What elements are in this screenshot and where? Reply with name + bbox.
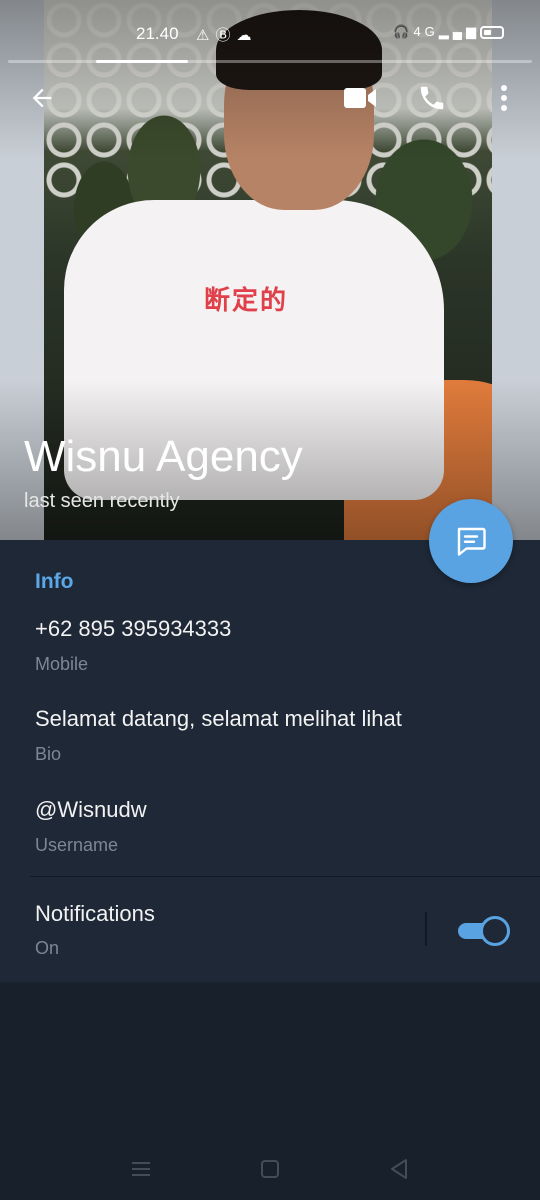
back-button[interactable]: [22, 78, 62, 118]
bio-label: Bio: [35, 744, 62, 764]
video-call-button[interactable]: [340, 78, 380, 118]
notifications-title: Notifications: [35, 901, 155, 926]
triangle-back-icon: [391, 1159, 407, 1179]
battery-icon: [480, 26, 504, 40]
phone-label: Mobile: [35, 654, 89, 674]
b-badge-icon: Ⓑ: [215, 27, 237, 44]
notifications-toggle[interactable]: [458, 916, 510, 946]
bio-text[interactable]: Selamat datang, selamat melihat lihat: [35, 706, 402, 732]
arrow-left-icon: [32, 88, 52, 108]
status-system-icons: 🎧4G▂▄▆: [393, 24, 504, 40]
toggle-knob: [480, 916, 510, 946]
status-bar: 21.40 ⚠Ⓑ☁ 🎧4G▂▄▆: [0, 18, 540, 52]
status-time: 21.40: [136, 24, 179, 43]
notifications-divider: [425, 912, 427, 946]
menu-icon: [132, 1162, 150, 1176]
photo-progress-active: [96, 60, 188, 63]
info-card: Info +62 895 395934333 Mobile Selamat da…: [0, 540, 540, 982]
info-section-title: Info: [35, 570, 74, 593]
network-type: 4G: [413, 24, 439, 39]
voice-call-button[interactable]: [412, 78, 452, 118]
profile-last-seen: last seen recently: [24, 490, 180, 512]
more-vertical-icon: [501, 85, 507, 111]
recent-apps-button[interactable]: [126, 1154, 156, 1184]
square-icon: [261, 1160, 279, 1178]
photo-progress-bar: [8, 60, 532, 63]
home-button[interactable]: [255, 1154, 285, 1184]
username-text[interactable]: @Wisnudw: [35, 797, 147, 823]
section-divider: [30, 876, 540, 877]
headphones-icon: 🎧: [393, 24, 414, 39]
notifications-state: On: [35, 938, 60, 958]
more-options-button[interactable]: [484, 78, 524, 118]
warning-icon: ⚠: [196, 27, 216, 44]
cloud-icon: ☁: [236, 27, 258, 44]
status-notification-icons: ⚠Ⓑ☁: [196, 24, 257, 45]
phone-number[interactable]: +62 895 395934333: [35, 616, 231, 642]
username-label: Username: [35, 835, 119, 855]
video-camera-icon: [344, 88, 376, 108]
system-navigation-bar: [0, 1140, 540, 1196]
message-icon: [457, 527, 486, 556]
send-message-button[interactable]: [429, 499, 513, 583]
profile-name: Wisnu Agency: [24, 432, 303, 481]
profile-header: 断定的 21.40 ⚠Ⓑ☁ 🎧4G▂▄▆ Wisnu Agency last s…: [0, 0, 540, 540]
phone-icon: [420, 86, 444, 110]
system-back-button[interactable]: [384, 1154, 414, 1184]
signal-icon: ▂▄▆: [438, 24, 480, 39]
photo-shirt-print: 断定的: [204, 285, 289, 315]
